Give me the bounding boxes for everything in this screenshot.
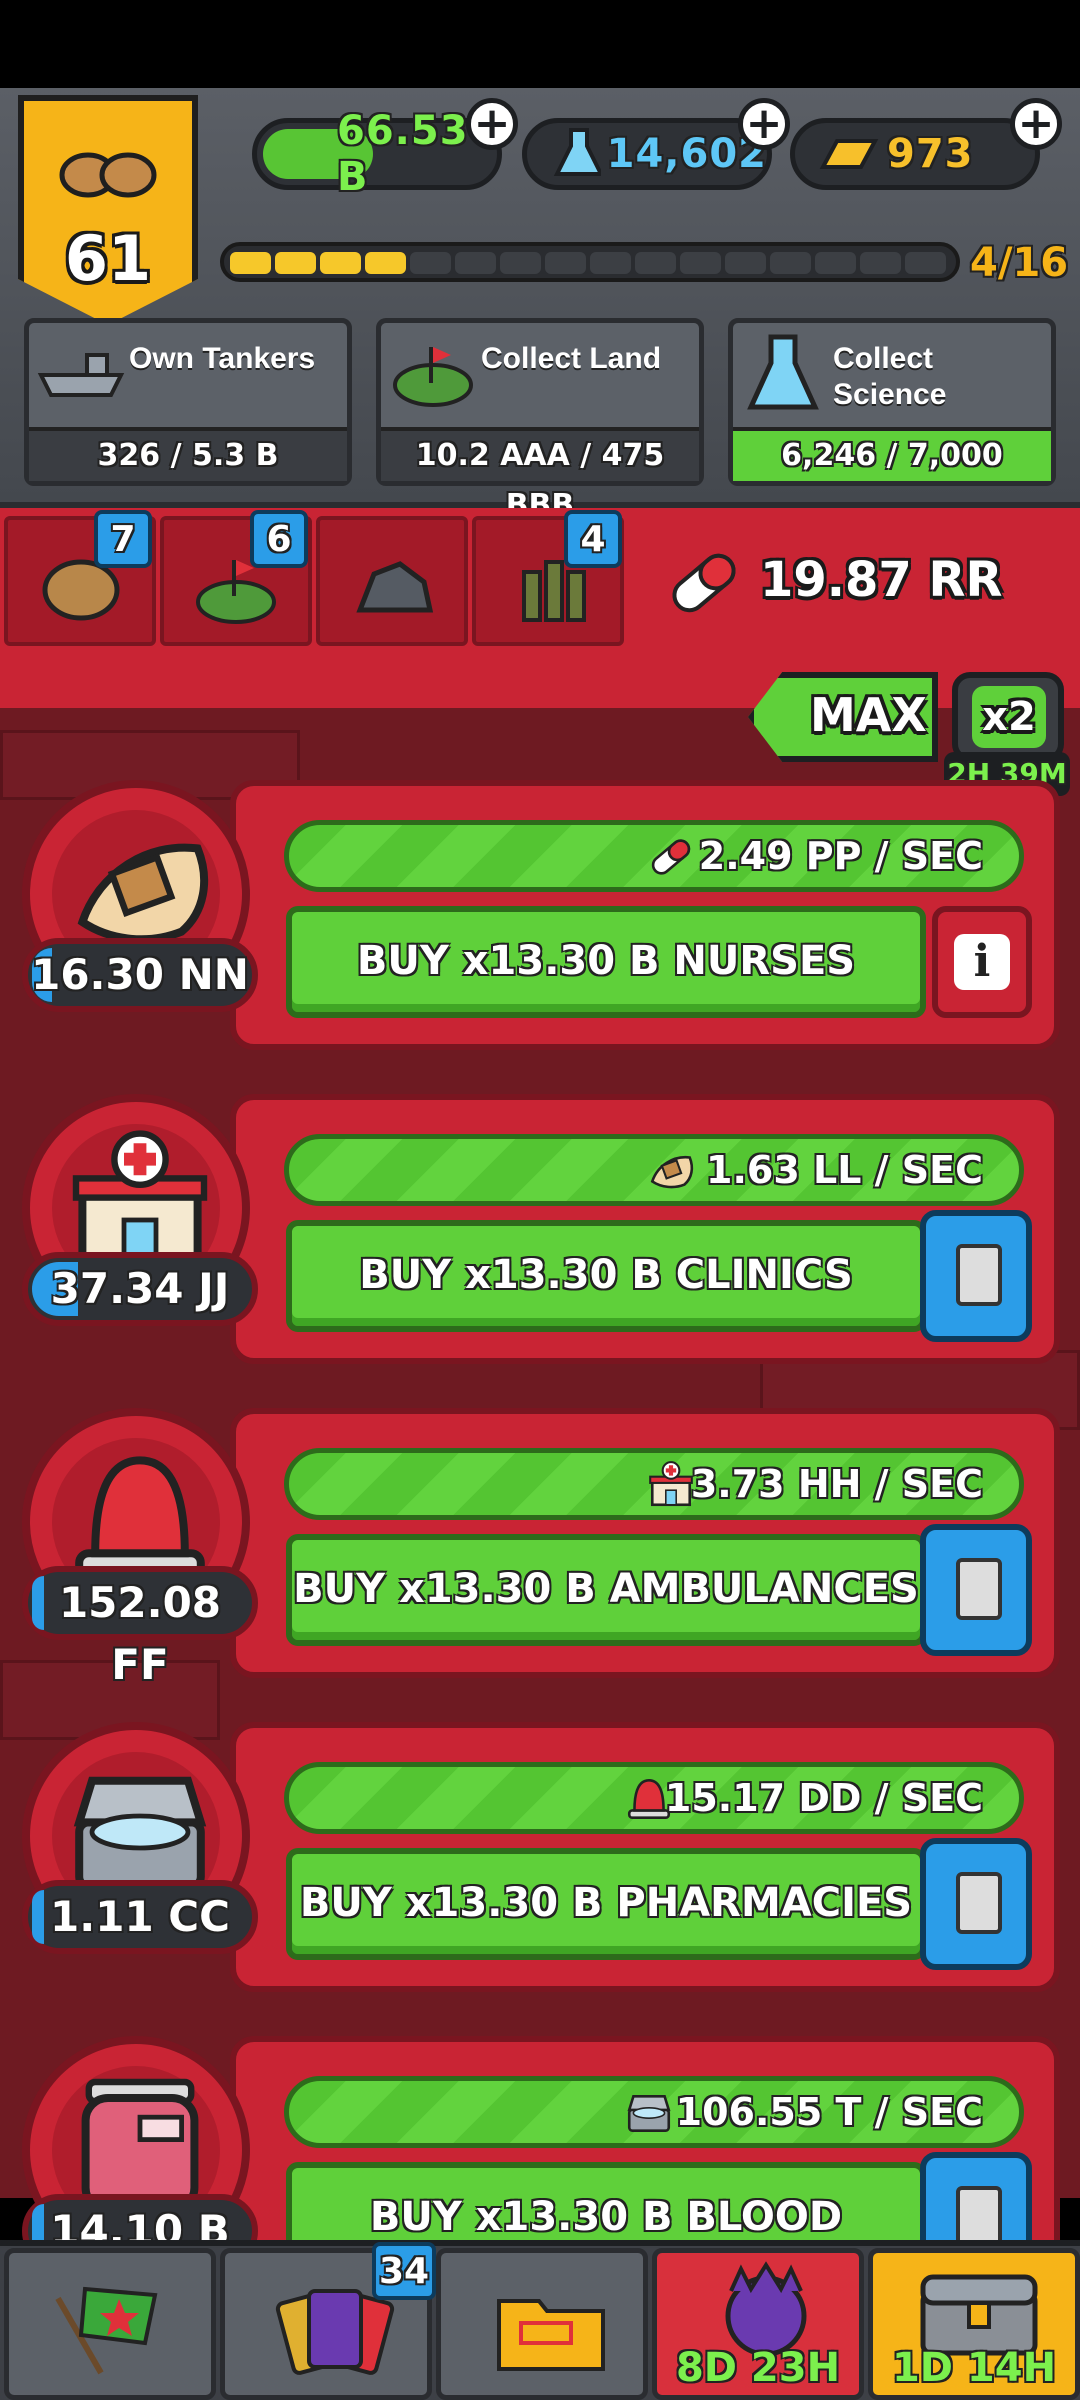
generator-rate: 1.63 LL / SEC [284, 1134, 1024, 1206]
generator-rate: 2.49 PP / SEC [284, 820, 1024, 892]
task-progress: 10.2 AAA / 475 BBB [381, 427, 699, 523]
generator-rate: 15.17 DD / SEC [284, 1762, 1024, 1834]
progress-segment [770, 252, 811, 274]
nav-flag-button[interactable] [4, 2248, 216, 2400]
generator-rate: 106.55 T / SEC [284, 2076, 1024, 2148]
progress-segment [230, 252, 271, 274]
progress-segment [410, 252, 451, 274]
player-level: 61 [64, 222, 152, 295]
tab-badge: 4 [564, 510, 622, 568]
card-icon [956, 1244, 1002, 1306]
task-label: Collect Land [481, 342, 662, 375]
boss-timer: 8D 23H [675, 2345, 841, 2391]
generator-count: 1.11 CC [22, 1880, 258, 1954]
tanker-icon [37, 353, 125, 397]
progress-segment [815, 252, 856, 274]
gold-bar-icon [819, 139, 879, 169]
nav-folder-button[interactable] [436, 2248, 648, 2400]
task-label: Collect Science [833, 342, 947, 411]
land-icon [393, 347, 473, 407]
generator-row: 1.11 CC 15.17 DD / SEC BUY x13.30 B PHAR… [0, 1712, 1080, 2012]
generator-count: 16.30 NN [22, 938, 258, 1012]
progress-segment [275, 252, 316, 274]
info-button[interactable]: i [932, 906, 1032, 1018]
progress-segment [365, 252, 406, 274]
rock-icon [356, 561, 434, 613]
progress-segment [320, 252, 361, 274]
generator-row: 16.30 NN 2.49 PP / SEC BUY x13.30 B NURS… [0, 770, 1080, 1070]
task-label: Own Tankers [129, 342, 316, 375]
progress-segment [725, 252, 766, 274]
card-icon [956, 2186, 1002, 2248]
buy-button[interactable]: BUY x13.30 B AMBULANCES [286, 1534, 926, 1646]
buy-button[interactable]: BUY x13.30 B CLINICS [286, 1220, 926, 1332]
cards-badge: 34 [372, 2242, 436, 2300]
card-icon [956, 1558, 1002, 1620]
boost-label: x2 [972, 686, 1046, 748]
buy-button[interactable]: BUY x13.30 B PHARMACIES [286, 1848, 926, 1960]
pill-icon [672, 553, 736, 613]
task-own-tankers[interactable]: Own Tankers 326 / 5.3 B [24, 318, 352, 486]
generator-row: 152.08 FF 3.73 HH / SEC BUY x13.30 B AMB… [0, 1398, 1080, 1698]
chest-icon [627, 2095, 671, 2132]
tab-badge: 7 [94, 510, 152, 568]
folder-icon [497, 2299, 605, 2371]
card-upgrade-button[interactable] [920, 1838, 1032, 1970]
card-upgrade-button[interactable] [920, 1210, 1032, 1342]
chest-timer: 1D 14H [891, 2345, 1057, 2391]
task-collect-land[interactable]: Collect Land 10.2 AAA / 475 BBB [376, 318, 704, 523]
progress-segment [905, 252, 946, 274]
add-cash-button[interactable]: + [466, 98, 518, 150]
flag-icon [55, 2286, 158, 2375]
boost-button[interactable]: x2 [952, 672, 1064, 762]
progress-segment [680, 252, 721, 274]
progress-segment [545, 252, 586, 274]
nav-boss-button[interactable]: 8D 23H [652, 2248, 864, 2400]
progress-segment [455, 252, 496, 274]
buy-button[interactable]: BUY x13.30 B NURSES [286, 906, 926, 1018]
progress-segment [635, 252, 676, 274]
task-progress: 326 / 5.3 B [29, 427, 347, 481]
flask-icon [553, 128, 601, 176]
tab-badge: 6 [250, 510, 308, 568]
add-gold-button[interactable]: + [1010, 98, 1062, 150]
gold-pill[interactable]: 973 [790, 118, 1040, 190]
add-science-button[interactable]: + [738, 98, 790, 150]
pill-icon [651, 839, 691, 875]
card-icon [956, 1872, 1002, 1934]
siren-icon [627, 1778, 671, 1820]
science-pill[interactable]: 14,602 [522, 118, 772, 190]
generator-row: 37.34 JJ 1.63 LL / SEC BUY x13.30 B CLIN… [0, 1084, 1080, 1384]
nav-chest-button[interactable]: 1D 14H [868, 2248, 1080, 2400]
resource-value: 19.87 RR [760, 552, 1003, 608]
progress-segment [590, 252, 631, 274]
card-upgrade-button[interactable] [920, 1524, 1032, 1656]
flask-icon [747, 334, 819, 410]
task-collect-science[interactable]: Collect Science 6,246 / 7,000 [728, 318, 1056, 486]
progress-segment [860, 252, 901, 274]
wings-icon [59, 152, 157, 198]
progress-segment [500, 252, 541, 274]
generator-count: 152.08 FF [22, 1566, 258, 1689]
generator-count: 37.34 JJ [22, 1252, 258, 1326]
task-progress: 6,246 / 7,000 [733, 427, 1051, 481]
gold-value: 973 [887, 131, 974, 177]
progress-text: 4/16 [970, 240, 1069, 286]
cash-pill[interactable]: 66.53 B [252, 108, 502, 200]
info-icon: i [954, 934, 1010, 990]
tab-rock[interactable] [316, 516, 468, 646]
bandage-icon [650, 1155, 694, 1189]
clinic-icon [649, 1461, 693, 1507]
level-progress-bar [220, 242, 960, 282]
max-label: MAX [810, 688, 927, 742]
generator-rate: 3.73 HH / SEC [284, 1448, 1024, 1520]
